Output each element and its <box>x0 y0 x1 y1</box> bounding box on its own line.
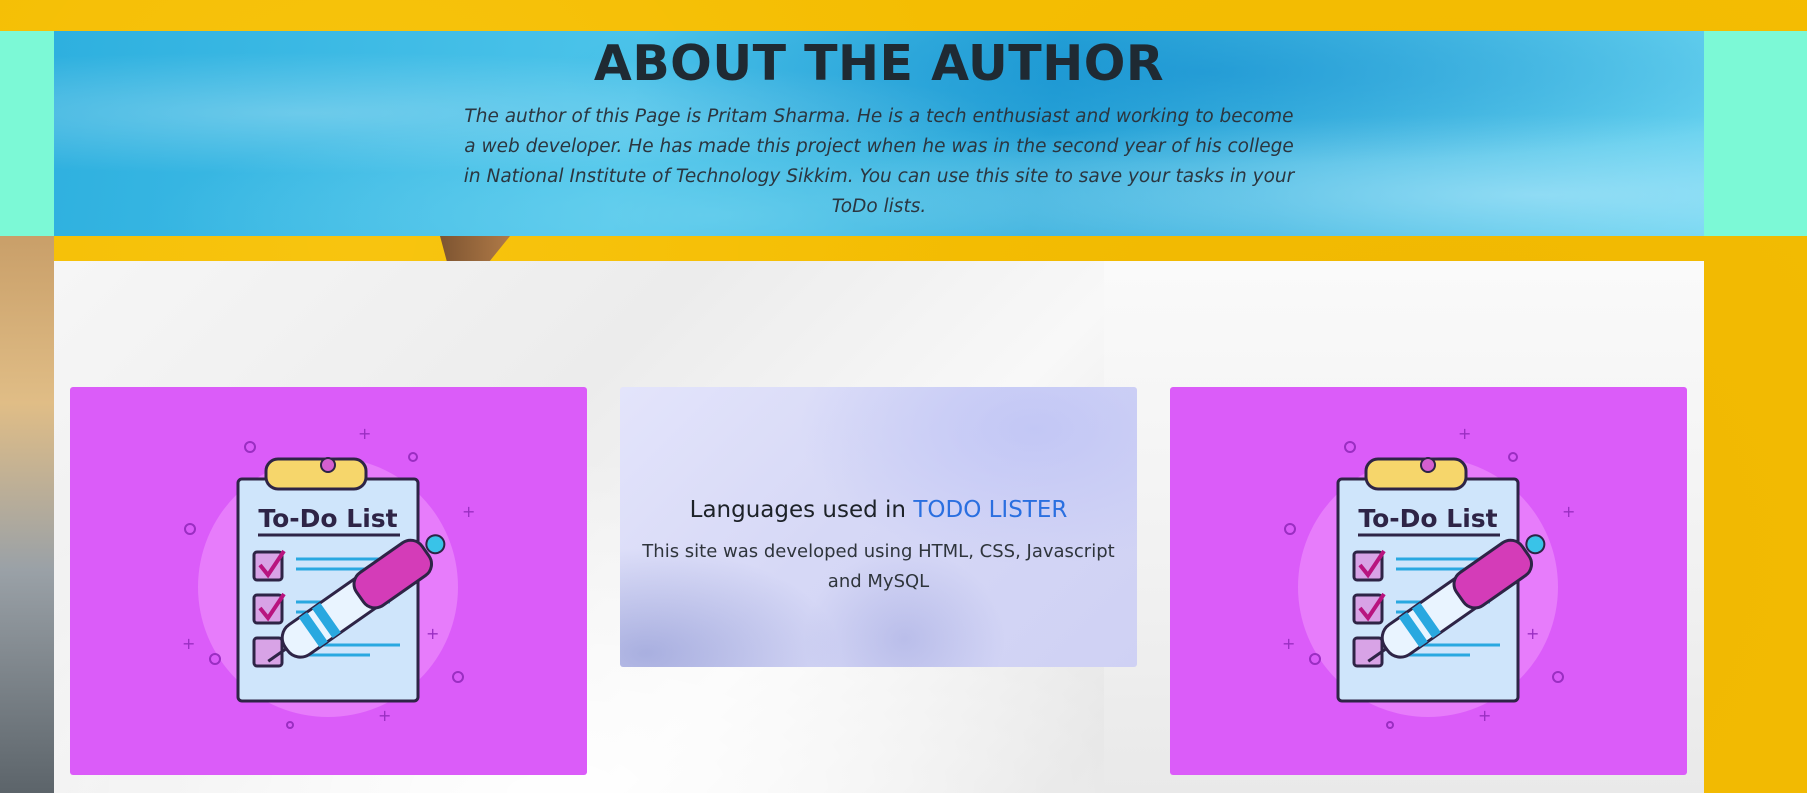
svg-text:+: + <box>358 424 371 443</box>
svg-text:+: + <box>1526 624 1539 643</box>
todo-image-title: To-Do List <box>258 504 397 533</box>
todo-image-title: To-Do List <box>1358 504 1497 533</box>
pencil-decoration <box>0 236 54 793</box>
about-author-hero: ABOUT THE AUTHOR The author of this Page… <box>54 31 1704 236</box>
languages-description: This site was developed using HTML, CSS,… <box>642 541 1115 592</box>
todo-list-icon: + + + + + To-Do List <box>182 424 475 729</box>
svg-text:+: + <box>1458 424 1471 443</box>
svg-text:+: + <box>1478 706 1491 725</box>
svg-text:+: + <box>1562 502 1575 521</box>
app-name-accent: TODO LISTER <box>913 497 1068 523</box>
todo-list-icon: + + + + + To-Do List <box>1282 424 1575 729</box>
content-section: + + + + + To-Do List Languages used in T… <box>54 261 1704 793</box>
pencil-tip-decoration <box>440 236 510 262</box>
languages-heading: Languages used in TODO LISTER <box>620 497 1137 523</box>
languages-card: Languages used in TODO LISTER This site … <box>620 387 1137 667</box>
svg-text:+: + <box>182 634 195 653</box>
page-title: ABOUT THE AUTHOR <box>593 35 1165 92</box>
svg-text:+: + <box>1282 634 1295 653</box>
svg-text:+: + <box>426 624 439 643</box>
svg-text:+: + <box>462 502 475 521</box>
author-description: The author of this Page is Pritam Sharma… <box>463 106 1295 217</box>
todo-image-card-right: + + + + + To-Do List <box>1170 387 1687 775</box>
todo-image-card-left: + + + + + To-Do List <box>70 387 587 775</box>
languages-heading-prefix: Languages used in <box>689 497 907 523</box>
svg-text:+: + <box>378 706 391 725</box>
